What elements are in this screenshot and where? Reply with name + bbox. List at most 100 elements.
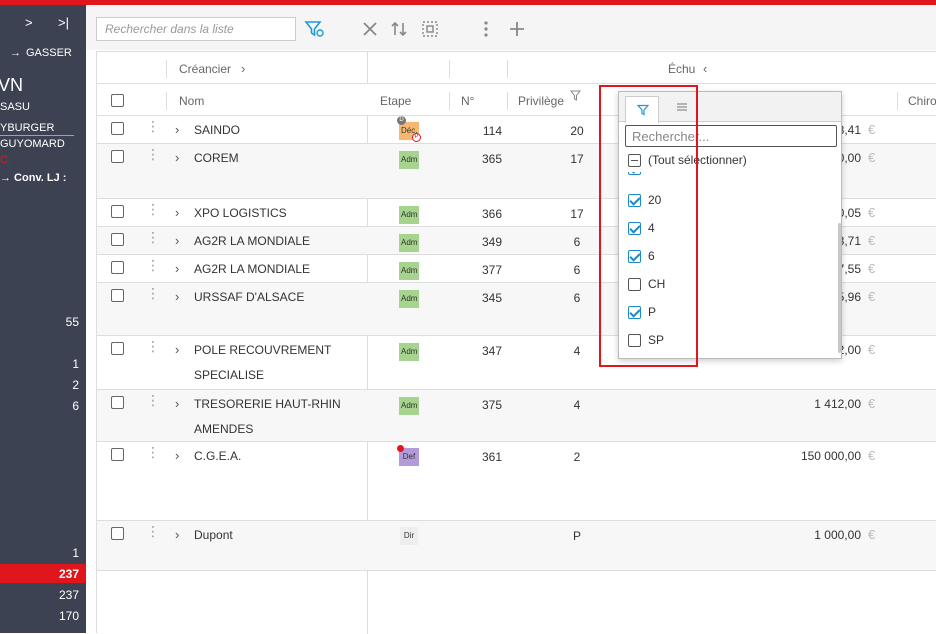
etape-badge: Adm: [399, 290, 419, 308]
row-menu-icon[interactable]: ⋮: [146, 119, 160, 133]
clear-icon[interactable]: [359, 18, 381, 40]
expand-icon[interactable]: ›: [175, 527, 179, 542]
row-checkbox[interactable]: [111, 342, 124, 355]
row-checkbox[interactable]: [111, 233, 124, 246]
expand-icon[interactable]: ›: [175, 396, 179, 411]
col-header-privilege[interactable]: Privilège: [518, 94, 564, 108]
sidebar: > >| → GASSER VN SASU YBURGER GUYOMARD C…: [0, 5, 86, 633]
etape-badge: Adm: [399, 397, 419, 415]
select-all-checkbox[interactable]: [111, 94, 124, 107]
row-menu-icon[interactable]: ⋮: [146, 286, 160, 300]
col-header-etape[interactable]: Etape: [380, 94, 411, 108]
expand-icon[interactable]: ›: [175, 205, 179, 220]
row-number: 377: [481, 263, 502, 277]
more-options-icon[interactable]: [475, 18, 497, 40]
creancier-name: TRESORERIE HAUT-RHIN: [194, 397, 341, 411]
expand-icon[interactable]: ›: [175, 448, 179, 463]
row-menu-icon[interactable]: ⋮: [146, 445, 160, 459]
row-privilege: 6: [573, 291, 581, 305]
creancier-name: AG2R LA MONDIALE: [194, 234, 311, 248]
col-header-num[interactable]: N°: [461, 94, 474, 108]
alert-dot-icon: [397, 445, 404, 452]
row-privilege: 20: [570, 124, 584, 138]
row-checkbox[interactable]: [111, 448, 124, 461]
row-checkbox[interactable]: [111, 205, 124, 218]
row-number: 361: [481, 450, 502, 464]
status-dot-d: D: [397, 116, 406, 125]
group-header-echu[interactable]: Échu: [668, 62, 695, 76]
sidebar-count: 170: [58, 609, 79, 623]
row-amount: 150 000,00: [800, 449, 861, 463]
arrow-icon: →: [10, 47, 21, 59]
row-amount: 1 000,00: [814, 528, 861, 542]
row-number: 366: [481, 207, 502, 221]
table-row[interactable]: ⋮ › TRESORERIE HAUT-RHIN AMENDES Adm 375…: [97, 390, 936, 442]
row-checkbox[interactable]: [111, 150, 124, 163]
toolbar: Rechercher dans la liste: [86, 5, 936, 50]
sidebar-count: 237: [58, 588, 79, 602]
expand-icon[interactable]: ›: [175, 150, 179, 165]
sidebar-gasser: GASSER: [26, 47, 72, 59]
sidebar-count: 1: [72, 546, 79, 560]
row-menu-icon[interactable]: ⋮: [146, 202, 160, 216]
list-search-input[interactable]: Rechercher dans la liste: [96, 17, 296, 41]
etape-badge: Adm: [399, 262, 419, 280]
currency-symbol: €: [868, 342, 876, 357]
sidebar-yburger: YBURGER: [0, 122, 55, 134]
currency-symbol: €: [868, 261, 876, 276]
row-menu-icon[interactable]: ⋮: [146, 258, 160, 272]
row-checkbox[interactable]: [111, 396, 124, 409]
row-menu-icon[interactable]: ⋮: [146, 339, 160, 353]
row-checkbox[interactable]: [111, 261, 124, 274]
select-all-icon[interactable]: [419, 18, 441, 40]
expand-icon[interactable]: ›: [175, 233, 179, 248]
currency-symbol: €: [868, 527, 876, 542]
creancier-name-line2: SPECIALISE: [194, 368, 265, 382]
sidebar-count: 1: [72, 357, 79, 371]
row-menu-icon[interactable]: ⋮: [146, 230, 160, 244]
row-privilege: 17: [570, 207, 584, 221]
sidebar-title: VN: [0, 75, 24, 95]
row-privilege: 2: [573, 450, 581, 464]
row-privilege: 4: [573, 344, 581, 358]
creancier-name: Dupont: [194, 528, 233, 542]
expand-icon[interactable]: ›: [175, 122, 179, 137]
chevron-left-icon[interactable]: ‹: [703, 61, 707, 76]
row-menu-icon[interactable]: ⋮: [146, 147, 160, 161]
row-checkbox[interactable]: [111, 527, 124, 540]
creancier-name: XPO LOGISTICS: [194, 206, 287, 220]
row-menu-icon[interactable]: ⋮: [146, 524, 160, 538]
currency-symbol: €: [868, 289, 876, 304]
col-header-chiro[interactable]: Chiro: [908, 94, 936, 108]
row-checkbox[interactable]: [111, 289, 124, 302]
table-row[interactable]: ⋮ › Dupont Dir P 1 000,00 €: [97, 521, 936, 571]
expand-icon[interactable]: ›: [175, 342, 179, 357]
row-privilege: P: [572, 529, 581, 543]
etape-badge: Adm: [399, 234, 419, 252]
row-number: 375: [481, 398, 502, 412]
add-icon[interactable]: [506, 18, 528, 40]
column-filter-icon[interactable]: [569, 90, 582, 104]
table-row[interactable]: ⋮ › C.G.E.A. Def 361 2 150 000,00 €: [97, 442, 936, 521]
row-number: 347: [481, 344, 502, 358]
next-page-icon[interactable]: >: [25, 15, 33, 30]
col-header-nom[interactable]: Nom: [179, 94, 204, 108]
sidebar-guyomard: GUYOMARD: [0, 138, 65, 150]
filter-settings-icon[interactable]: [303, 18, 325, 40]
creancier-name-line2: AMENDES: [194, 422, 254, 436]
row-menu-icon[interactable]: ⋮: [146, 393, 160, 407]
creancier-name: POLE RECOUVREMENT: [194, 343, 332, 357]
chevron-right-icon[interactable]: ›: [241, 61, 245, 76]
expand-icon[interactable]: ›: [175, 289, 179, 304]
currency-symbol: €: [868, 122, 876, 137]
last-page-icon[interactable]: >|: [58, 15, 69, 30]
expand-icon[interactable]: ›: [175, 261, 179, 276]
currency-symbol: €: [868, 396, 876, 411]
row-checkbox[interactable]: [111, 122, 124, 135]
filter-scrollbar[interactable]: [838, 223, 841, 353]
group-header-creancier[interactable]: Créancier: [179, 62, 231, 76]
highlight-annotation-box: [599, 85, 698, 367]
etape-badge: Dir: [400, 527, 418, 545]
sort-icon[interactable]: [388, 18, 410, 40]
row-number: 365: [481, 152, 502, 166]
